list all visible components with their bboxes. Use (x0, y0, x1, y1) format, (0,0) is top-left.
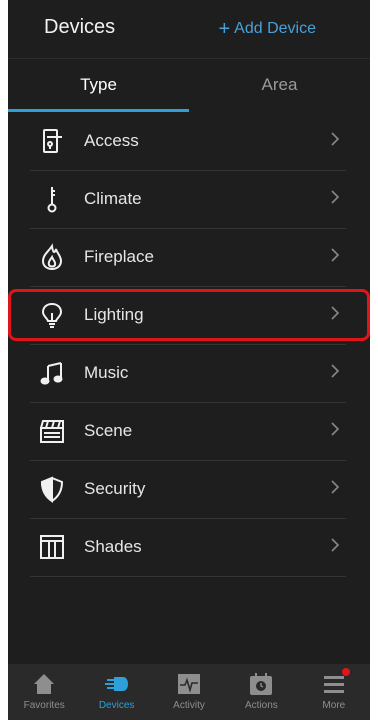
nav-more[interactable]: More (298, 664, 370, 720)
devices-plug-icon (104, 677, 128, 691)
tab-bar: Type Area (8, 59, 370, 112)
header: Devices + Add Device (8, 0, 370, 59)
nav-label: More (322, 700, 346, 711)
nav-label: Actions (245, 700, 278, 711)
list-item-label: Lighting (84, 305, 144, 324)
tab-type[interactable]: Type (8, 59, 189, 112)
lightbulb-icon (41, 302, 63, 328)
list-item-music[interactable]: Music (30, 345, 346, 403)
tab-area[interactable]: Area (189, 59, 370, 112)
chevron-right-icon (331, 190, 340, 204)
list-item-fireplace[interactable]: Fireplace (30, 229, 346, 287)
add-device-button[interactable]: + Add Device (218, 18, 316, 40)
door-lock-icon (43, 129, 62, 153)
chevron-right-icon (331, 306, 340, 320)
device-type-list: Access Climate Fireplace Lighting Music … (8, 113, 370, 577)
list-item-lighting[interactable]: Lighting (30, 287, 346, 345)
music-note-icon (40, 362, 63, 385)
chevron-right-icon (331, 248, 340, 262)
nav-activity[interactable]: Activity (153, 664, 225, 720)
thermometer-icon (47, 187, 57, 213)
nav-label: Devices (98, 700, 135, 711)
list-item-label: Climate (84, 189, 142, 208)
plus-icon: + (218, 18, 231, 40)
devices-screen: Devices + Add Device Type Area Access Cl… (8, 0, 370, 720)
nav-label: Activity (173, 700, 205, 711)
list-item-label: Shades (84, 537, 142, 556)
chevron-right-icon (331, 480, 340, 494)
list-item-label: Security (84, 479, 146, 498)
nav-label: Favorites (23, 700, 65, 711)
shield-icon (40, 476, 64, 503)
list-item-security[interactable]: Security (30, 461, 346, 519)
list-item-label: Fireplace (84, 247, 154, 266)
nav-favorites[interactable]: Favorites (8, 664, 80, 720)
chevron-right-icon (331, 538, 340, 552)
list-item-label: Music (84, 363, 129, 382)
list-item-scene[interactable]: Scene (30, 403, 346, 461)
list-item-label: Access (84, 131, 139, 150)
add-device-label: Add Device (234, 20, 316, 37)
activity-icon (178, 674, 201, 694)
home-icon (34, 674, 55, 694)
chevron-right-icon (331, 132, 340, 146)
list-item-shades[interactable]: Shades (30, 519, 346, 577)
window-shade-icon (40, 535, 64, 559)
chevron-right-icon (331, 422, 340, 436)
bottom-nav: Favorites Devices Activity Actions More (8, 664, 370, 720)
page-title: Devices (44, 16, 116, 38)
calendar-icon (250, 673, 273, 695)
list-item-access[interactable]: Access (30, 113, 346, 171)
chevron-right-icon (331, 364, 340, 378)
flame-icon (41, 243, 63, 271)
list-item-climate[interactable]: Climate (30, 171, 346, 229)
nav-devices[interactable]: Devices (80, 664, 152, 720)
clapperboard-icon (40, 420, 64, 443)
nav-actions[interactable]: Actions (225, 664, 297, 720)
list-item-label: Scene (84, 421, 133, 440)
notification-badge (342, 668, 351, 676)
